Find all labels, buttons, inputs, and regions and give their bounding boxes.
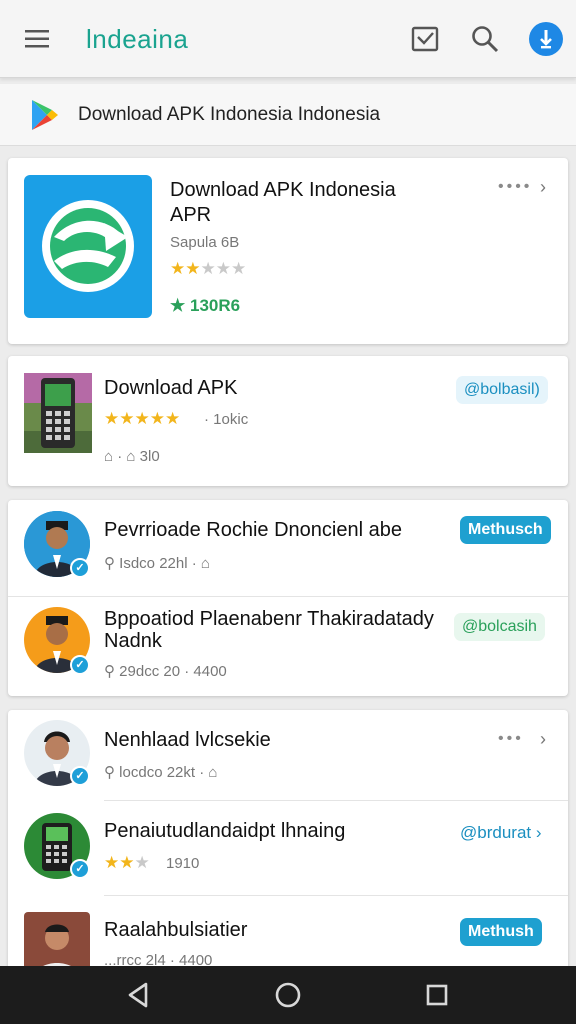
profile-title-line2: Nadnk: [104, 630, 162, 652]
star-icon: ★: [200, 259, 216, 278]
star-icon: ★: [134, 853, 150, 872]
app-rating: ★★★★★: [104, 409, 180, 429]
star-icon: ★: [134, 409, 150, 428]
profile-meta: ⚲ 29dcc 20 · 4400: [104, 662, 227, 680]
verified-badge-icon: ✓: [70, 655, 90, 675]
list-item[interactable]: ✓ Penaiutudlandaidpt lhnaing ★★★ 1910 @b…: [8, 801, 568, 895]
home-icon: ⌂: [104, 448, 114, 465]
phone-app-icon: [24, 373, 92, 453]
app-brand: lndeaina: [86, 24, 189, 54]
star-icon: ★: [104, 409, 120, 428]
star-icon: ★: [165, 409, 181, 428]
app-stats-row: ⌂ · ⌂ 3l0: [104, 448, 160, 465]
profile-title: Pevrrioade Rochie Dnoncienl abe: [104, 519, 402, 541]
store-icon: ⌂: [126, 448, 136, 465]
app-title: Penaiutudlandaidpt lhnaing: [104, 820, 346, 842]
more-dots-icon[interactable]: •••: [498, 730, 524, 748]
featured-app-card[interactable]: Download APK Indonesia APR Sapula 6B ★★★…: [8, 158, 568, 344]
star-icon: ★: [104, 853, 120, 872]
green-star-icon: ★: [170, 296, 186, 315]
back-icon[interactable]: [124, 980, 154, 1010]
star-icon: ★: [119, 853, 135, 872]
app-logo-icon: [24, 175, 152, 318]
home-button-icon[interactable]: [273, 980, 303, 1010]
follow-button[interactable]: @bolcasih: [454, 613, 545, 641]
chevron-right-icon[interactable]: ›: [540, 177, 546, 198]
profile-meta-text: 29dcc 20 · 4400: [119, 663, 227, 680]
profile-meta: ⚲ locdco 22kt · ⌂: [104, 763, 217, 781]
search-query: Download APK Indonesia Indonesia: [78, 104, 381, 125]
app-card-download-apk[interactable]: Download APK ★★★★★ · 1okic ⌂ · ⌂ 3l0 @bo…: [8, 356, 568, 486]
verified-badge-icon: ✓: [70, 558, 90, 578]
list-item[interactable]: ✓ Nenhlaad lvlcsekie ⚲ locdco 22kt · ⌂ •…: [8, 710, 568, 800]
featured-downloads-row: ★ 130R6: [170, 296, 240, 316]
download-icon[interactable]: [528, 21, 564, 57]
featured-title: Download APK Indonesia: [170, 179, 396, 201]
star-icon: ★: [215, 259, 231, 278]
profile-meta-text: locdco 22kt ·: [119, 764, 205, 781]
verified-badge-icon: ✓: [70, 859, 90, 879]
follow-link[interactable]: @brdurat ›: [460, 823, 542, 843]
featured-title-line2: APR: [170, 204, 212, 226]
follow-button[interactable]: @bolbasil): [456, 376, 548, 404]
profile-group-card-2: ✓ Nenhlaad lvlcsekie ⚲ locdco 22kt · ⌂ •…: [8, 710, 568, 978]
app-meta-text: 1okic: [213, 411, 249, 428]
play-store-icon: [32, 100, 58, 130]
app-bar: lndeaina: [0, 0, 576, 78]
star-icon: ★: [185, 259, 201, 278]
profile-meta-text: Isdco 22hl ·: [119, 555, 197, 572]
profile-group-card: ✓ Pevrrioade Rochie Dnoncienl abe ⚲ Isdc…: [8, 500, 568, 696]
chevron-right-icon: ›: [535, 823, 542, 842]
star-icon: ★: [149, 409, 165, 428]
star-icon: ★: [231, 259, 247, 278]
profile-meta: ⚲ Isdco 22hl · ⌂: [104, 554, 210, 572]
search-small-icon: ⚲: [104, 663, 115, 680]
chevron-right-icon[interactable]: ›: [540, 729, 546, 750]
home-icon: ⌂: [208, 764, 218, 781]
profile-title: Nenhlaad lvlcsekie: [104, 729, 271, 751]
search-small-icon: ⚲: [104, 555, 115, 572]
search-icon[interactable]: [468, 22, 502, 56]
home-icon: ⌂: [200, 555, 210, 572]
hamburger-icon[interactable]: [22, 24, 52, 54]
screen: lndeaina Download APK Indonesia Indonesi…: [0, 0, 576, 1024]
profile-title: Raalahbulsiatier: [104, 919, 248, 941]
app-meta: 1910: [166, 855, 200, 872]
featured-rating: ★★★★★: [170, 259, 246, 279]
system-nav-bar: [0, 966, 576, 1024]
list-item[interactable]: ✓ Bppoatiod Plaenabenr Thakiradatady Nad…: [8, 597, 568, 696]
featured-downloads: 130R6: [189, 296, 241, 315]
list-item[interactable]: ✓ Pevrrioade Rochie Dnoncienl abe ⚲ Isdc…: [8, 500, 568, 596]
recents-icon[interactable]: [422, 980, 452, 1010]
app-stats: 3l0: [139, 448, 160, 465]
list-item[interactable]: Raalahbulsiatier ...rrcc 2l4 · 4400 Meth…: [8, 896, 568, 978]
methush-button[interactable]: Methush: [460, 918, 542, 946]
app-rating: ★★★: [104, 853, 150, 873]
featured-subtitle: Sapula 6B: [170, 234, 240, 251]
mail-check-icon[interactable]: [408, 22, 442, 56]
follow-link-text: @brdurat: [460, 823, 532, 842]
star-icon: ★: [119, 409, 135, 428]
star-icon: ★: [170, 259, 186, 278]
more-dots-icon[interactable]: ••••: [498, 178, 532, 196]
methusch-button[interactable]: Methusch: [460, 516, 551, 544]
app-title: Download APK: [104, 377, 238, 399]
search-bar[interactable]: Download APK Indonesia Indonesia: [0, 84, 576, 146]
app-meta: · 1okic: [204, 411, 249, 428]
search-small-icon: ⚲: [104, 764, 115, 781]
verified-badge-icon: ✓: [70, 766, 90, 786]
